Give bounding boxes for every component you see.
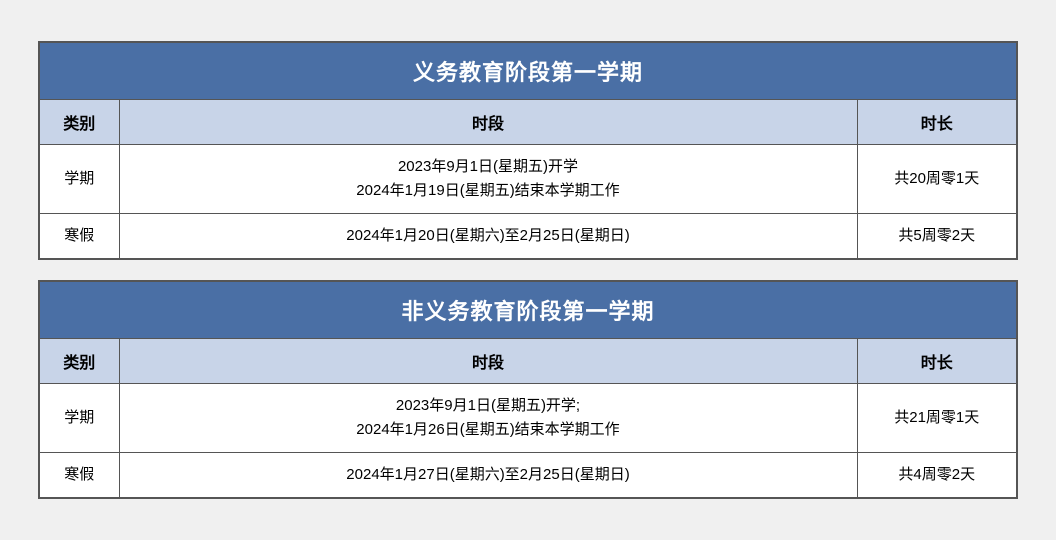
header-cell-1-2: 时长 bbox=[857, 339, 1017, 384]
table-1: 非义务教育阶段第一学期类别时段时长学期2023年9月1日(星期五)开学;2024… bbox=[38, 280, 1018, 499]
data-row-1-1: 寒假2024年1月27日(星期六)至2月25日(星期日)共4周零2天 bbox=[39, 453, 1017, 499]
table-title-0: 义务教育阶段第一学期 bbox=[39, 42, 1017, 100]
title-row-1: 非义务教育阶段第一学期 bbox=[39, 281, 1017, 339]
cell-period-1-1: 2024年1月27日(星期六)至2月25日(星期日) bbox=[119, 453, 857, 499]
cell-category-1-0: 学期 bbox=[39, 384, 119, 453]
header-cell-0-2: 时长 bbox=[857, 100, 1017, 145]
data-row-1-0: 学期2023年9月1日(星期五)开学;2024年1月26日(星期五)结束本学期工… bbox=[39, 384, 1017, 453]
cell-duration-0-1: 共5周零2天 bbox=[857, 214, 1017, 260]
header-cell-1-1: 时段 bbox=[119, 339, 857, 384]
data-row-0-0: 学期2023年9月1日(星期五)开学2024年1月19日(星期五)结束本学期工作… bbox=[39, 145, 1017, 214]
cell-duration-1-1: 共4周零2天 bbox=[857, 453, 1017, 499]
cell-duration-1-0: 共21周零1天 bbox=[857, 384, 1017, 453]
table-wrapper-0: 义务教育阶段第一学期类别时段时长学期2023年9月1日(星期五)开学2024年1… bbox=[38, 41, 1018, 260]
table-0: 义务教育阶段第一学期类别时段时长学期2023年9月1日(星期五)开学2024年1… bbox=[38, 41, 1018, 260]
header-cell-1-0: 类别 bbox=[39, 339, 119, 384]
cell-duration-0-0: 共20周零1天 bbox=[857, 145, 1017, 214]
header-row-1: 类别时段时长 bbox=[39, 339, 1017, 384]
cell-period-0-1: 2024年1月20日(星期六)至2月25日(星期日) bbox=[119, 214, 857, 260]
table-wrapper-1: 非义务教育阶段第一学期类别时段时长学期2023年9月1日(星期五)开学;2024… bbox=[38, 280, 1018, 499]
header-row-0: 类别时段时长 bbox=[39, 100, 1017, 145]
cell-category-1-1: 寒假 bbox=[39, 453, 119, 499]
cell-category-0-0: 学期 bbox=[39, 145, 119, 214]
data-row-0-1: 寒假2024年1月20日(星期六)至2月25日(星期日)共5周零2天 bbox=[39, 214, 1017, 260]
header-cell-0-1: 时段 bbox=[119, 100, 857, 145]
cell-category-0-1: 寒假 bbox=[39, 214, 119, 260]
cell-period-0-0: 2023年9月1日(星期五)开学2024年1月19日(星期五)结束本学期工作 bbox=[119, 145, 857, 214]
table-title-1: 非义务教育阶段第一学期 bbox=[39, 281, 1017, 339]
cell-period-1-0: 2023年9月1日(星期五)开学;2024年1月26日(星期五)结束本学期工作 bbox=[119, 384, 857, 453]
page-container: 义务教育阶段第一学期类别时段时长学期2023年9月1日(星期五)开学2024年1… bbox=[0, 0, 1056, 540]
header-cell-0-0: 类别 bbox=[39, 100, 119, 145]
title-row-0: 义务教育阶段第一学期 bbox=[39, 42, 1017, 100]
